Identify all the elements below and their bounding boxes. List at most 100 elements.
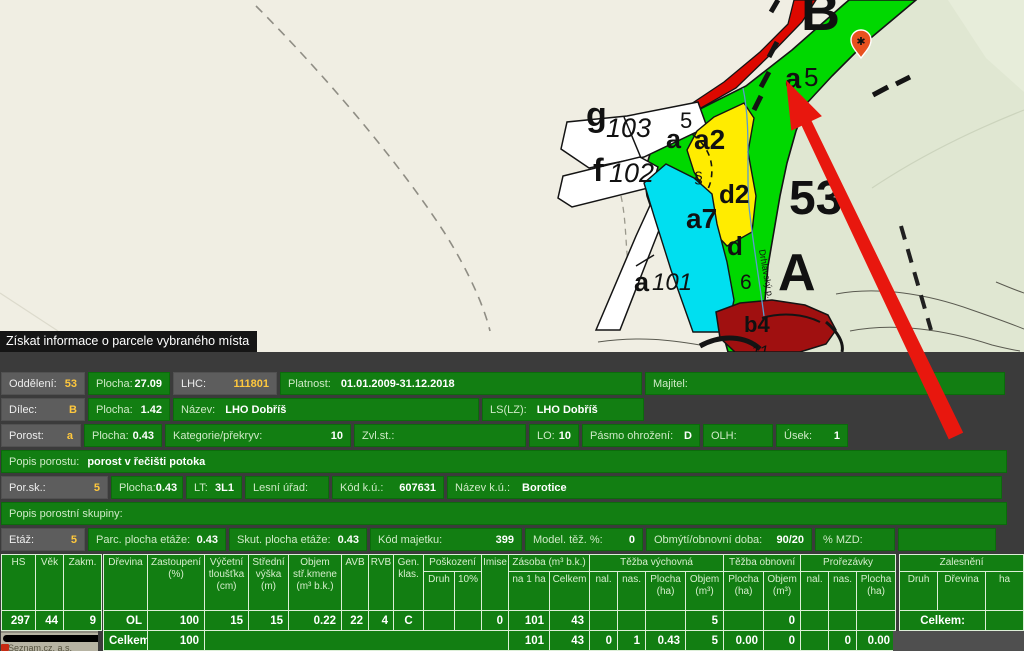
field-skut-plocha: Skut. plocha etáže: 0.43 [229,528,367,551]
col-imise: Imise [482,555,509,611]
field-plocha-odd: Plocha: 27.09 [88,372,170,395]
tooltip-text: Získat informace o parcele vybraného mís… [6,334,249,348]
field-lhc: LHC: 111801 [173,372,277,395]
col-objem-kmene: Objem stř.kmene (m³ b.k.) [289,555,342,611]
col-hs: HS [2,555,36,611]
col-tv-plocha: Plocha (ha) [646,572,686,611]
panel-row-dilec: Dílec: B Plocha: 1.42 Název: LHO Dobříš … [1,398,1024,421]
col-zastoupeni: Zastoupení (%) [148,555,205,611]
table-row: 297 44 9 [2,611,102,631]
attribution-red-mark [1,644,9,651]
field-nazev-ku: Název k.ú.: Borotice [447,476,1002,499]
col-gen-klas: Gen. klas. [394,555,424,611]
field-oddeleni: Oddělení: 53 [1,372,85,395]
table-row-total: Celkem: 100 101 43 0 1 0.43 5 0.00 0 0 0… [104,631,896,651]
field-usek: Úsek: 1 [776,424,848,447]
map-label-5-small: 5 [680,108,692,133]
col-tv-objem: Objem (m³) [686,572,724,611]
map-attribution: Seznam.cz, a.s. [1,631,98,651]
panel-row-etaz: Etáž: 5 Parc. plocha etáže: 0.43 Skut. p… [1,528,1024,551]
col-pr-plocha: Plocha (ha) [857,572,896,611]
col-10pct: 10% [455,572,482,611]
field-porsk: Por.sk.: 5 [1,476,108,499]
map-label-103: 103 [606,113,651,143]
col-vek: Věk [36,555,64,611]
field-kod-ku: Kód k.ú.: 607631 [332,476,444,499]
map-label-102: 102 [609,158,654,188]
app-window: Drhlavský p. g 103 f 102 a 5 a2 § d2 a7 … [0,0,1024,651]
col-druh: Druh [424,572,455,611]
colgroup-prorezavky: Prořezávky [801,555,896,572]
info-panel: Oddělení: 53 Plocha: 27.09 LHC: 111801 P… [0,352,1024,651]
field-empty [898,528,996,551]
field-popis-porostu: Popis porostu: porost v řečišti potoka [1,450,1007,473]
field-platnost: Platnost: 01.01.2009-31.12.2018 [280,372,642,395]
col-to-objem: Objem (m³) [764,572,801,611]
panel-row-porost: Porost: a Plocha: 0.43 Kategorie/překryv… [1,424,1024,447]
field-kod-majetku: Kód majetku: 399 [370,528,522,551]
col-na1ha: na 1 ha [509,572,550,611]
attribution-text: Seznam.cz, a.s. [8,643,72,651]
map-label-f: f [593,152,604,188]
field-olh: OLH: [703,424,773,447]
attribution-bar [3,635,98,642]
col-drevina: Dřevina [104,555,148,611]
map-label-g: g [586,96,607,134]
col-rvb: RVB [369,555,394,611]
map-label-b4: b4 [744,312,770,337]
field-plocha-dil: Plocha: 1.42 [88,398,170,421]
field-kategorie: Kategorie/překryv: 10 [165,424,351,447]
map-label-d: d [727,231,743,261]
field-lslz: LS(LZ): LHO Dobříš [482,398,644,421]
panel-row-oddeleni: Oddělení: 53 Plocha: 27.09 LHC: 111801 P… [1,372,1024,395]
map-label-paragraph: § [694,170,703,187]
field-pasmo: Pásmo ohrožení: D [582,424,700,447]
colgroup-poskozeni: Poškození [424,555,482,572]
map-label-d2: d2 [719,179,749,209]
stand-table-main: Dřevina Zastoupení (%) Výčetní tloušťka … [103,554,896,651]
colgroup-zalesneni: Zalesnění [900,555,1024,572]
col-zal-ha: ha [986,572,1024,611]
table-row: OL 100 15 15 0.22 22 4 C 0 101 43 5 [104,611,896,631]
field-etaz: Etáž: 5 [1,528,85,551]
map-label-B: B [801,0,840,42]
col-pr-nas: nas. [829,572,857,611]
field-parc-plocha: Parc. plocha etáže: 0.43 [88,528,226,551]
map-label-a101-n: 101 [652,269,692,296]
field-lo: LO: 10 [529,424,579,447]
field-value: 53 [65,378,77,390]
col-tv-nas: nas. [618,572,646,611]
stand-table-zalesneni: Zalesnění Druh Dřevina ha Celkem: [899,554,1024,631]
col-vycetni: Výčetní tloušťka (cm) [205,555,249,611]
col-pr-nal: nal. [801,572,829,611]
col-zakm: Zakm. [64,555,102,611]
col-stredni: Střední výška (m) [249,555,289,611]
field-mzd: % MZD: [815,528,895,551]
colgroup-zasoba: Zásoba (m³ b.k.) [509,555,590,572]
map-label-53: 53 [789,172,842,225]
field-lesni-urad: Lesní úřad: [245,476,329,499]
map-canvas[interactable]: Drhlavský p. g 103 f 102 a 5 a2 § d2 a7 … [0,0,1024,352]
field-dilec: Dílec: B [1,398,85,421]
table-row: Celkem: [900,611,1024,631]
col-celkem: Celkem [550,572,590,611]
field-lt: LT: 3L1 [186,476,242,499]
stand-table-zone: HS Věk Zakm. 297 44 9 Seznam.cz, a.s. [1,554,1024,651]
col-zal-druh: Druh [900,572,938,611]
field-label: Oddělení: [9,378,57,390]
col-zal-drevina: Dřevina [938,572,986,611]
colgroup-tezba-vychovna: Těžba výchovná [590,555,724,572]
field-obmyti: Obmýtí/obnovní doba: 90/20 [646,528,812,551]
field-plocha-por: Plocha: 0.43 [84,424,162,447]
map-label-A: A [778,244,816,302]
stand-table-left: HS Věk Zakm. 297 44 9 [1,554,102,631]
field-model-tez: Model. těž. %: 0 [525,528,643,551]
map-label-6: 6 [740,271,752,294]
map-label-11: 11 [751,342,769,352]
field-nazev: Název: LHO Dobříš [173,398,479,421]
col-avb: AVB [342,555,369,611]
panel-corner-fill [893,631,1024,651]
field-porost: Porost: a [1,424,81,447]
field-plocha-porsk: Plocha: 0.43 [111,476,183,499]
field-zvlst: Zvl.st.: [354,424,526,447]
